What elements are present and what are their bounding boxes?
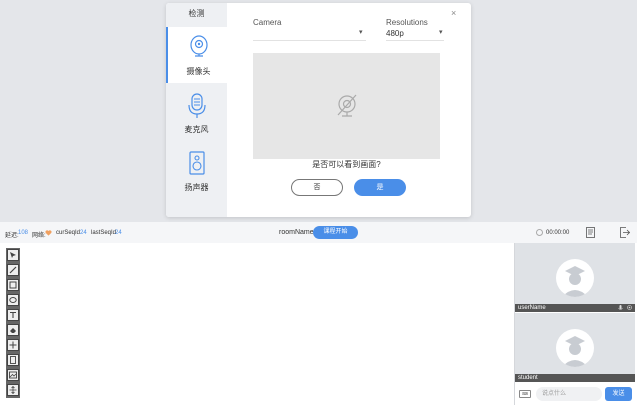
close-icon[interactable]: × — [451, 8, 456, 18]
image-tool-icon[interactable] — [7, 369, 19, 381]
resolution-select-underline — [386, 40, 444, 41]
graduate-avatar-icon — [556, 329, 594, 367]
last-seq-label: lastSeqId — [91, 230, 116, 236]
video-tile-teacher[interactable]: userName — [515, 243, 635, 312]
chat-input[interactable] — [536, 387, 602, 401]
resolution-label: Resolutions — [386, 18, 428, 27]
last-seq-value: 24 — [115, 230, 122, 236]
rectangle-tool-icon[interactable] — [7, 279, 19, 291]
sidebar-item-camera[interactable]: 摄像头 — [166, 27, 227, 83]
chat-bar: ⌨ 发送 — [515, 384, 635, 404]
camera-question: 是否可以看到画面? — [253, 159, 440, 170]
whiteboard[interactable] — [0, 243, 514, 405]
file-tool-icon[interactable] — [7, 354, 19, 366]
whiteboard-toolbar — [6, 248, 20, 398]
microphone-icon — [187, 92, 207, 120]
keyboard-icon[interactable]: ⌨ — [519, 390, 531, 398]
camera-icon — [189, 34, 209, 62]
sidebar-item-label: 扬声器 — [166, 182, 227, 193]
move-tool-icon[interactable] — [7, 339, 19, 351]
class-timer: 00:00:00 — [546, 230, 569, 236]
device-check-dialog: 检测 摄像头 麦克风 扬声 — [166, 3, 471, 217]
ellipse-tool-icon[interactable] — [7, 294, 19, 306]
eraser-tool-icon[interactable] — [7, 324, 19, 336]
camera-off-icon — [335, 93, 359, 119]
dialog-sidebar: 检测 摄像头 麦克风 扬声 — [166, 3, 227, 217]
participant-name: userName — [518, 305, 546, 311]
latency-label: 延迟: — [5, 230, 19, 239]
room-name: roomName — [279, 229, 314, 236]
chevron-down-icon[interactable]: ▾ — [439, 28, 443, 36]
latency-value: 108 — [18, 230, 28, 236]
network-label: 网络: — [32, 230, 46, 239]
camera-select-underline — [253, 40, 366, 41]
sidebar-item-label: 摄像头 — [168, 66, 229, 77]
clock-icon — [536, 229, 543, 236]
chevron-down-icon[interactable]: ▾ — [359, 28, 363, 36]
camera-status-icon[interactable] — [627, 305, 632, 311]
graduate-avatar-icon — [556, 259, 594, 297]
avatar — [556, 259, 594, 297]
cur-seq-value: 24 — [80, 230, 87, 236]
cur-seq-label: curSeqId — [56, 230, 80, 236]
sidebar-item-speaker[interactable]: 扬声器 — [166, 143, 227, 199]
text-tool-icon[interactable] — [7, 309, 19, 321]
yes-button[interactable]: 是 — [354, 179, 406, 196]
video-tile-student[interactable]: student — [515, 313, 635, 382]
pointer-tool-icon[interactable] — [7, 249, 19, 261]
sidebar-item-label: 麦克风 — [166, 124, 227, 135]
no-button[interactable]: 否 — [291, 179, 343, 196]
pen-tool-icon[interactable] — [7, 264, 19, 276]
document-icon[interactable] — [586, 227, 595, 238]
sidebar-item-microphone[interactable]: 麦克风 — [166, 85, 227, 141]
camera-select[interactable] — [253, 29, 363, 39]
dialog-sidebar-title: 检测 — [166, 8, 227, 19]
heart-icon — [45, 230, 52, 236]
pan-tool-icon[interactable] — [7, 384, 19, 396]
camera-label: Camera — [253, 18, 281, 27]
avatar — [556, 329, 594, 367]
send-button[interactable]: 发送 — [605, 387, 632, 401]
resolution-select[interactable]: 480p — [386, 29, 404, 38]
video-nameplate: userName — [515, 304, 635, 312]
participant-name: student — [518, 375, 538, 381]
microphone-icon[interactable] — [618, 305, 623, 311]
start-class-button[interactable]: 课程开始 — [313, 226, 358, 239]
status-bar: 延迟: 108 网络: curSeqId 24 lastSeqId 24 roo… — [0, 222, 637, 243]
exit-icon[interactable] — [620, 227, 630, 238]
video-nameplate: student — [515, 374, 635, 382]
camera-preview — [253, 53, 440, 159]
speaker-icon — [187, 150, 207, 178]
